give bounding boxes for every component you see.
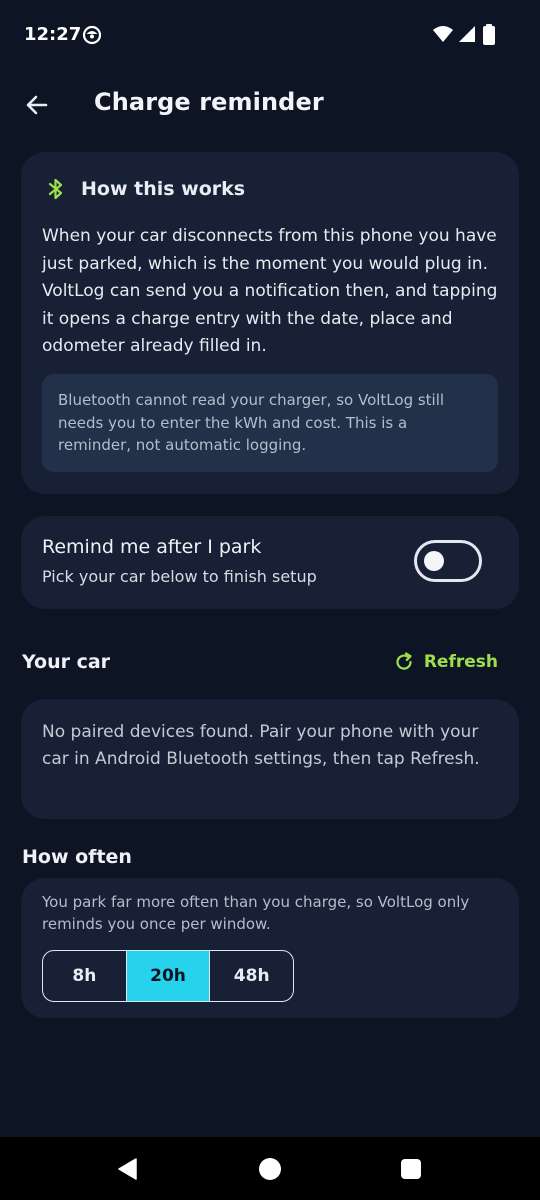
cell-signal-icon xyxy=(459,26,475,42)
info-card-note: Bluetooth cannot read your charger, so V… xyxy=(42,374,498,472)
wifi-icon xyxy=(433,26,453,42)
paired-devices-card: No paired devices found. Pair your phone… xyxy=(21,699,519,819)
status-icons xyxy=(432,24,508,46)
refresh-button[interactable]: Refresh xyxy=(394,648,498,676)
your-car-heading: Your car xyxy=(22,651,111,673)
nav-home-icon[interactable] xyxy=(259,1158,281,1180)
how-often-description: You park far more often than you charge,… xyxy=(42,893,470,933)
window-option-20h[interactable]: 20h xyxy=(125,951,210,1001)
back-button[interactable] xyxy=(14,82,60,128)
window-option-8h[interactable]: 8h xyxy=(43,951,126,1001)
reminder-window-selector: 8h 20h 48h xyxy=(42,950,294,1002)
status-time: 12:27 xyxy=(24,24,82,45)
system-nav-bar xyxy=(0,1137,540,1200)
window-option-48h[interactable]: 48h xyxy=(209,951,293,1001)
arrow-left-icon xyxy=(26,95,48,115)
top-app-bar: Charge reminder xyxy=(0,72,540,138)
remind-toggle[interactable] xyxy=(414,540,482,582)
no-devices-message: No paired devices found. Pair your phone… xyxy=(42,722,480,769)
screen: 12:27 Charge reminder How this works Whe… xyxy=(0,0,540,1200)
info-card-body: When your car disconnects from this phon… xyxy=(42,226,498,356)
app-notification-icon xyxy=(82,25,102,45)
remind-title: Remind me after I park xyxy=(42,536,262,558)
how-often-heading: How often xyxy=(22,846,132,868)
bluetooth-icon xyxy=(48,178,63,200)
status-bar: 12:27 xyxy=(0,0,540,70)
page-title: Charge reminder xyxy=(94,88,324,116)
remind-subtitle: Pick your car below to finish setup xyxy=(42,567,317,586)
nav-back-icon[interactable] xyxy=(116,1157,140,1181)
toggle-knob xyxy=(424,551,444,571)
battery-icon xyxy=(483,24,495,45)
refresh-icon xyxy=(396,652,412,670)
refresh-label: Refresh xyxy=(423,652,498,672)
how-often-card: You park far more often than you charge,… xyxy=(21,878,519,1018)
how-this-works-card: How this works When your car disconnects… xyxy=(21,152,519,494)
remind-after-park-card: Remind me after I park Pick your car bel… xyxy=(21,516,519,609)
info-card-title: How this works xyxy=(81,178,246,200)
nav-recents-icon[interactable] xyxy=(401,1159,421,1179)
